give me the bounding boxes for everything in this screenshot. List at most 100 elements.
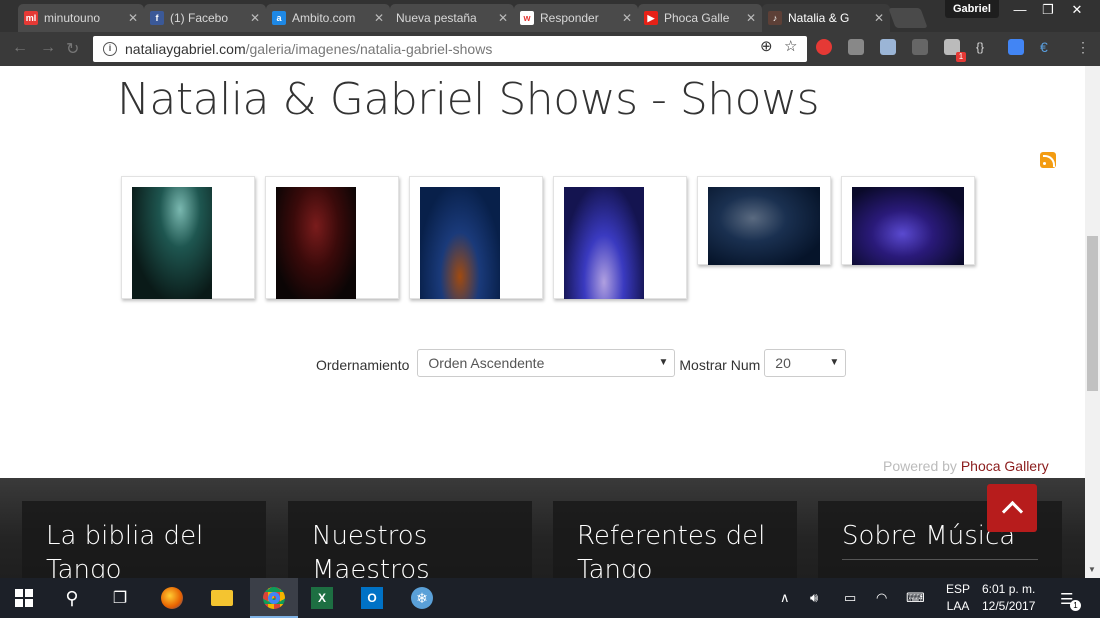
tab-label: Ambito.com (292, 11, 356, 25)
shield-icon[interactable] (912, 39, 928, 55)
restore-icon[interactable]: ❐ (1034, 0, 1062, 20)
tab-ambito[interactable]: a Ambito.com ✕ (266, 4, 390, 32)
profile-button[interactable]: Gabriel (945, 0, 999, 18)
footer-card-title-line2: Maestros (312, 555, 430, 578)
footer-card-title: Referentes del Tango (577, 519, 765, 578)
wifi-icon[interactable]: ◠ (876, 590, 887, 606)
outlook-icon[interactable]: O (360, 586, 384, 610)
forward-arrow-icon[interactable]: → (40, 39, 56, 57)
count-value: 20 (775, 355, 791, 371)
footer-card-referentes[interactable]: Referentes del Tango (553, 501, 797, 578)
youtube-icon: ▶ (644, 11, 658, 25)
page-content: Natalia & Gabriel Shows - Shows Ordernam… (0, 66, 1085, 478)
language-bottom: LAA (946, 599, 970, 613)
rss-icon[interactable] (1040, 152, 1056, 168)
caret-down-icon: ▼ (829, 357, 840, 368)
gallery-thumbnail-6[interactable] (841, 176, 975, 265)
task-view-icon[interactable]: ❐ (108, 586, 132, 610)
footer-card-title: La biblia del Tango (46, 519, 203, 578)
info-icon[interactable]: i (103, 42, 117, 56)
extension-icon[interactable] (848, 39, 864, 55)
gallery-thumbnail-2[interactable] (265, 176, 399, 299)
url-path: /galeria/imagenes/natalia-gabriel-shows (245, 41, 493, 57)
tab-label: Natalia & G (788, 11, 850, 25)
tango-icon: ♪ (768, 11, 782, 25)
language-indicator[interactable]: ESP LAA (946, 581, 970, 615)
chrome-icon[interactable] (262, 586, 286, 610)
search-icon[interactable]: ⚲ (60, 586, 84, 610)
tab-natalia-gabriel[interactable]: ♪ Natalia & G ✕ (762, 4, 890, 32)
url-domain: nataliaygabriel.com (125, 41, 246, 57)
gallery-thumbnail-1[interactable] (121, 176, 255, 299)
browser-tab-strip: ml minutouno ✕ f (1) Facebo ✕ a Ambito.c… (0, 0, 1100, 32)
zoom-icon[interactable]: ⊕ (760, 37, 773, 55)
back-arrow-icon[interactable]: ← (12, 39, 28, 57)
tab-close-icon[interactable]: ✕ (874, 11, 884, 25)
site-footer: La biblia del Tango Nuestros Maestros Refe… (0, 478, 1085, 578)
json-viewer-icon[interactable]: {} (976, 39, 992, 55)
responder-icon: w (520, 11, 534, 25)
tray-chevron-up-icon[interactable]: ∧ (780, 590, 790, 606)
close-window-icon[interactable]: ✕ (1062, 0, 1092, 20)
windows-start-icon[interactable] (12, 586, 36, 610)
tab-facebook[interactable]: f (1) Facebo ✕ (144, 4, 266, 32)
firefox-icon[interactable] (160, 586, 184, 610)
keyboard-icon[interactable]: ⌨ (906, 590, 925, 606)
tab-phoca-gallery[interactable]: ▶ Phoca Galle ✕ (638, 4, 762, 32)
extension-badge: 1 (956, 52, 966, 62)
new-tab-button[interactable] (888, 8, 928, 28)
page-title: Natalia & Gabriel Shows - Shows (117, 74, 820, 125)
facebook-icon: f (150, 11, 164, 25)
show-photo-4 (564, 187, 644, 299)
menu-icon[interactable]: ⋮ (1076, 39, 1092, 55)
tab-label: Responder (540, 11, 599, 25)
scrollbar-thumb[interactable] (1087, 236, 1098, 391)
scroll-down-arrow-icon[interactable]: ▼ (1088, 565, 1096, 574)
footer-card-title-line1: La biblia del (46, 521, 204, 551)
page-scrollbar[interactable]: ▼ (1085, 66, 1100, 578)
ml-icon: ml (24, 11, 38, 25)
dropbox-icon[interactable] (880, 39, 896, 55)
tab-responder[interactable]: w Responder ✕ (514, 4, 638, 32)
gallery-thumbnail-5[interactable] (697, 176, 831, 265)
footer-card-title: Nuestros Maestros (312, 519, 430, 578)
tab-close-icon[interactable]: ✕ (498, 11, 508, 25)
footer-card-maestros[interactable]: Nuestros Maestros (288, 501, 532, 578)
tab-minutouno[interactable]: ml minutouno ✕ (18, 4, 144, 32)
volume-icon[interactable]: 🔊︎ (810, 590, 818, 606)
taskbar-clock[interactable]: 6:01 p. m. 12/5/2017 (982, 581, 1035, 615)
bookmark-star-icon[interactable]: ☆ (784, 37, 797, 55)
reload-icon[interactable]: ↻ (66, 39, 79, 59)
address-bar[interactable]: i nataliaygabriel.com/galeria/imagenes/n… (93, 36, 807, 62)
count-select[interactable]: 20 ▼ (764, 349, 847, 377)
adblock-icon[interactable] (816, 39, 832, 55)
battery-icon[interactable]: ▭ (844, 590, 856, 606)
tab-close-icon[interactable]: ✕ (128, 11, 138, 25)
gallery-controls: Ordernamiento Orden Ascendente ▼ Mostrar… (316, 349, 847, 377)
back-to-top-button[interactable] (987, 484, 1037, 532)
show-photo-3 (420, 187, 500, 299)
tab-close-icon[interactable]: ✕ (746, 11, 756, 25)
translate-icon[interactable] (1008, 39, 1024, 55)
show-photo-6 (852, 187, 964, 265)
footer-card-biblia[interactable]: La biblia del Tango (22, 501, 266, 578)
tab-close-icon[interactable]: ✕ (622, 11, 632, 25)
tab-close-icon[interactable]: ✕ (374, 11, 384, 25)
snowflake-app-icon[interactable]: ❄ (410, 586, 434, 610)
gallery-thumbnail-3[interactable] (409, 176, 543, 299)
currency-icon[interactable]: € (1040, 39, 1056, 55)
tab-close-icon[interactable]: ✕ (250, 11, 260, 25)
sort-select[interactable]: Orden Ascendente ▼ (417, 349, 676, 377)
powered-by: Powered by Phoca Gallery (883, 458, 1049, 474)
show-photo-2 (276, 187, 356, 299)
phoca-gallery-link[interactable]: Phoca Gallery (961, 458, 1049, 474)
ambito-icon: a (272, 11, 286, 25)
footer-card-divider (842, 559, 1038, 560)
excel-icon[interactable]: X (310, 586, 334, 610)
tab-new-tab[interactable]: Nueva pestaña ✕ (390, 4, 514, 32)
minimize-icon[interactable]: — (1006, 0, 1034, 20)
sort-value: Orden Ascendente (428, 355, 545, 371)
file-explorer-icon[interactable] (210, 586, 234, 610)
gallery-thumbnail-4[interactable] (553, 176, 687, 299)
tab-label: (1) Facebo (170, 11, 229, 25)
